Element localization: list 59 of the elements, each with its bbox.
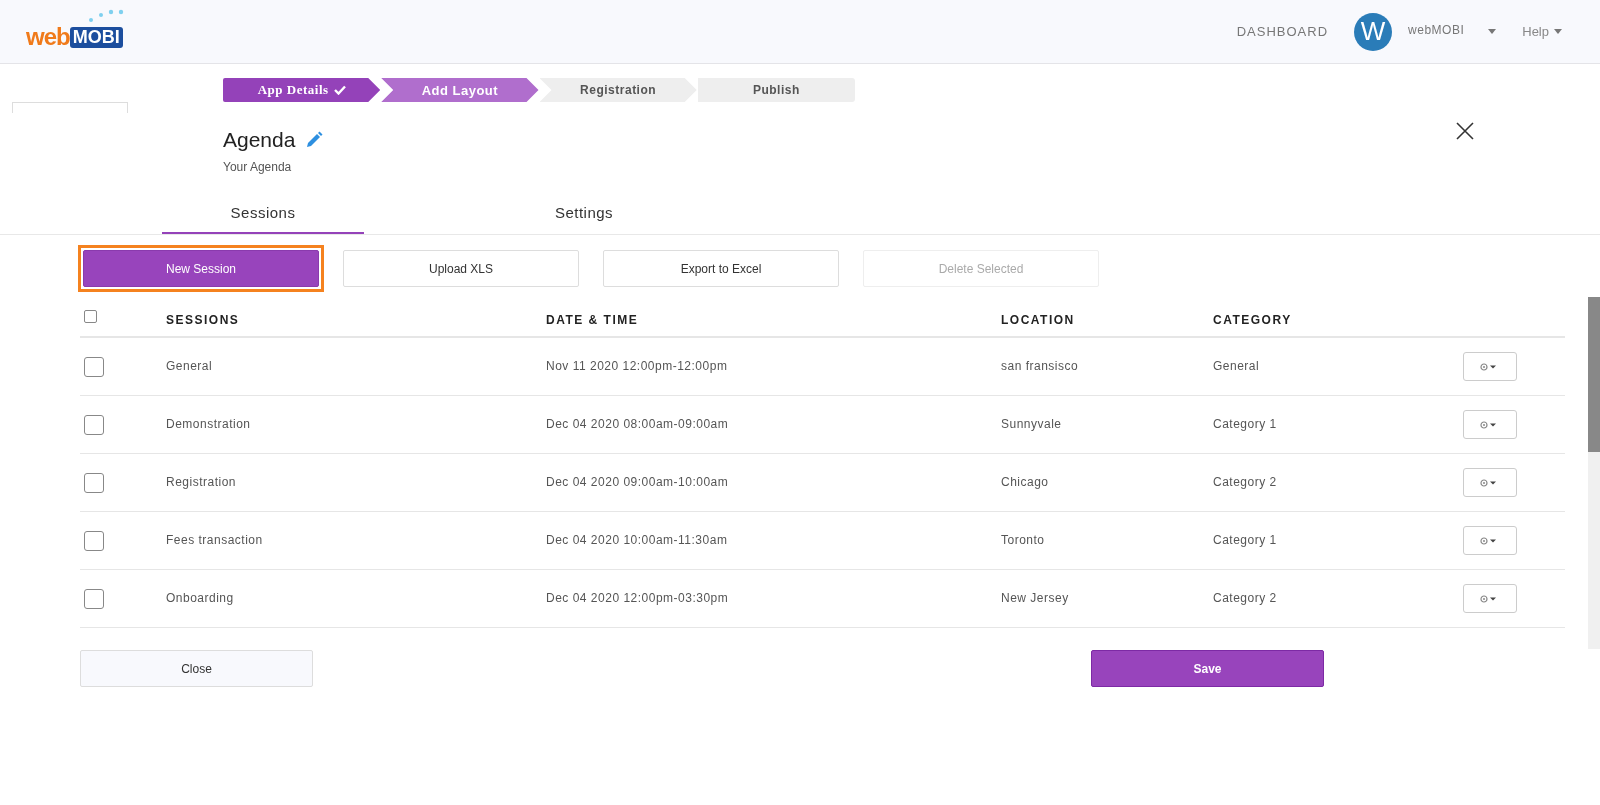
row-actions-button[interactable] (1463, 584, 1517, 613)
row-checkbox[interactable] (84, 530, 104, 551)
row-checkbox[interactable] (84, 588, 104, 609)
table-cell-text: Chicago (1001, 474, 1050, 489)
row-checkbox[interactable] (84, 414, 104, 435)
pencil-icon[interactable] (305, 131, 324, 149)
row-checkbox[interactable] (84, 472, 104, 493)
wizard-step[interactable]: Registration (539, 78, 697, 102)
select-all-checkbox[interactable] (84, 309, 97, 323)
close-icon[interactable] (1456, 122, 1474, 140)
user-avatar[interactable]: W (1354, 12, 1393, 51)
check-icon (333, 85, 346, 95)
table-cell-text: Dec 04 2020 12:00pm-03:30pm (546, 590, 730, 605)
column-header: CATEGORY (1213, 313, 1293, 327)
dashboard-link[interactable]: DASHBOARD (1236, 24, 1329, 39)
scrollbar[interactable] (1588, 297, 1600, 649)
table-cell-text: New Jersey (1001, 590, 1070, 605)
table-cell-text: Category 2 (1213, 590, 1278, 605)
module-subtitle: Your Agenda (223, 160, 293, 174)
row-actions-button[interactable] (1463, 526, 1517, 555)
table-cell-text: Category 1 (1213, 416, 1278, 431)
help-menu[interactable]: Help (1522, 24, 1562, 39)
caret-icon[interactable] (1488, 29, 1497, 34)
row-actions-button[interactable] (1463, 410, 1517, 439)
wizard-step[interactable]: Publish (697, 78, 855, 102)
table-cell-text: Dec 04 2020 10:00am-11:30am (546, 532, 729, 547)
table-cell-text: Category 1 (1213, 532, 1278, 547)
table-cell-text: General (166, 358, 214, 373)
table-cell-text: Onboarding (166, 590, 235, 605)
toolbar-button[interactable]: Export to Excel (603, 250, 839, 287)
toolbar-button[interactable]: Upload XLS (343, 250, 579, 287)
new-session-button[interactable]: New Session (83, 250, 319, 287)
row-checkbox[interactable] (84, 356, 104, 377)
wizard-step[interactable]: App Details (223, 78, 381, 102)
row-actions-button[interactable] (1463, 468, 1517, 497)
column-header: LOCATION (1001, 313, 1076, 327)
table-cell-text: san fransisco (1001, 358, 1080, 373)
wizard-step[interactable]: Add Layout (381, 78, 539, 102)
save-button[interactable]: Save (1091, 650, 1324, 687)
table-cell-text: Registration (166, 474, 238, 489)
table-cell-text: Category 2 (1213, 474, 1278, 489)
logo[interactable]: web MOBI (26, 8, 138, 51)
user-name[interactable]: webMOBI (1408, 23, 1465, 37)
table-cell-text: Nov 11 2020 12:00pm-12:00pm (546, 358, 729, 373)
row-actions-button[interactable] (1463, 352, 1517, 381)
table-cell-text: General (1213, 358, 1261, 373)
close-button[interactable]: Close (80, 650, 313, 687)
tab[interactable]: Sessions (162, 200, 364, 234)
table-cell-text: Fees transaction (166, 532, 264, 547)
caret-icon (1554, 29, 1562, 34)
table-cell-text: Toronto (1001, 532, 1046, 547)
table-cell-text: Sunnyvale (1001, 416, 1063, 431)
tab[interactable]: Settings (483, 200, 685, 234)
table-cell-text: Dec 04 2020 08:00am-09:00am (546, 416, 730, 431)
column-header: DATE & TIME (546, 313, 640, 327)
table-cell-text: Demonstration (166, 416, 252, 431)
table-cell-text: Dec 04 2020 09:00am-10:00am (546, 474, 730, 489)
module-title: Agenda (223, 128, 296, 152)
column-header: SESSIONS (166, 313, 241, 327)
